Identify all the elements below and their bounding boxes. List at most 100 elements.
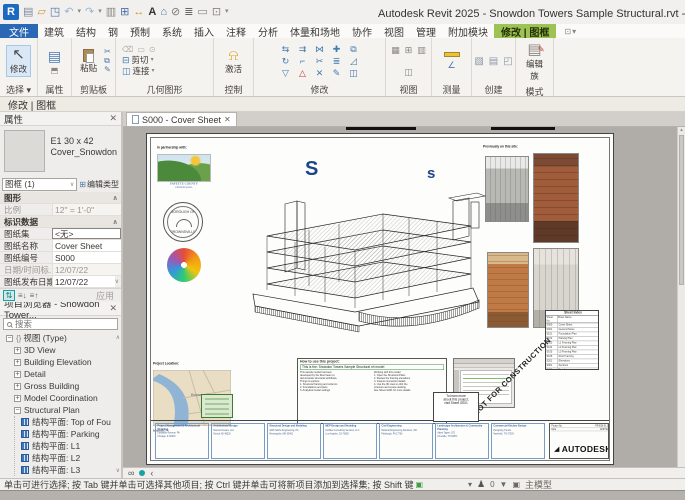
sheet-name-value[interactable]: Cover Sheet	[52, 240, 121, 251]
qat-menu-icon[interactable]: ▾	[225, 4, 229, 20]
tree-item[interactable]: +Model Coordination	[8, 392, 121, 404]
modify-tool-icon[interactable]: ◫	[348, 68, 360, 79]
paste-button[interactable]: 粘贴	[76, 47, 101, 76]
reveal-hidden-icon[interactable]	[139, 470, 145, 476]
sheet-number-value[interactable]: S000	[52, 252, 121, 263]
override-graphics-icon[interactable]: ⊞	[405, 45, 413, 56]
editing-requests-icon[interactable]: ♟	[477, 479, 485, 490]
expand-box-icon[interactable]: +	[14, 359, 21, 366]
ui-views-icon[interactable]: ▤	[23, 4, 33, 20]
ribbon-tab[interactable]: 协作	[346, 24, 378, 38]
modify-tool-icon[interactable]: ⊞	[120, 4, 129, 20]
property-filter-icon[interactable]: ⇅	[3, 290, 15, 301]
displace-icon[interactable]: ◫	[404, 67, 413, 78]
angle-dimension-icon[interactable]: ∠	[447, 60, 455, 71]
hide-element-icon[interactable]: ▦	[391, 45, 400, 56]
scroll-down-icon[interactable]: ∨	[115, 278, 119, 285]
modify-tool-icon[interactable]: ✚	[331, 44, 343, 55]
modify-tool-icon[interactable]: ⌐	[297, 56, 309, 67]
create-assembly-icon[interactable]: ◰	[503, 56, 512, 67]
visual-style-icon[interactable]: ∞	[128, 468, 134, 478]
tab-modify-titleblocks[interactable]: 修改 | 图框	[494, 24, 556, 38]
expand-box-icon[interactable]: +	[14, 347, 21, 354]
edit-family-button[interactable]: ▤✎编辑族	[522, 40, 547, 84]
sort-ascending-icon[interactable]: ≡↓	[18, 291, 27, 300]
scrollbar-thumb[interactable]	[679, 135, 684, 285]
ribbon-tab[interactable]: 钢	[102, 24, 124, 38]
expand-box-icon[interactable]: +	[14, 383, 21, 390]
ribbon-tab[interactable]: 结构	[70, 24, 102, 38]
switch-windows-icon[interactable]: ⊡	[212, 4, 221, 20]
section-graphics[interactable]: 图形∧	[0, 192, 121, 204]
collapse-box-icon[interactable]: −	[6, 335, 13, 342]
drawing-area[interactable]: In partnership with: FAYETTE COUNTYPENNS…	[123, 127, 685, 467]
vertical-scrollbar[interactable]: ▴	[677, 127, 685, 467]
tree-item[interactable]: +Building Elevation	[8, 356, 121, 368]
modify-tool-icon[interactable]: ✂	[314, 56, 326, 67]
modify-tool-icon[interactable]: ✎	[331, 68, 343, 79]
tree-root-views[interactable]: −{}视图 (Type)	[0, 332, 121, 344]
copy-icon[interactable]: ⧉	[104, 57, 111, 65]
sheet-set-value[interactable]: <无>	[52, 228, 121, 239]
revit-logo-icon[interactable]: R	[3, 4, 19, 20]
browser-search-box[interactable]	[3, 318, 118, 330]
view-tab-active[interactable]: S000 - Cover Sheet✕	[126, 112, 237, 126]
tree-item-structural-plan[interactable]: −Structural Plan	[0, 404, 121, 416]
properties-header[interactable]: 属性✕	[0, 112, 121, 126]
ribbon-tab[interactable]: 建筑	[38, 24, 70, 38]
activate-controls-button[interactable]: ⍾激活	[221, 46, 246, 77]
tab-file[interactable]: 文件	[0, 24, 38, 38]
join-geometry-button[interactable]: ◫连接▾	[122, 66, 155, 76]
collapse-icon[interactable]: ∧	[112, 194, 118, 202]
modify-tool-icon[interactable]: ⇉	[297, 44, 309, 55]
section-icon[interactable]: ⊘	[171, 4, 180, 20]
family-types-icon[interactable]: ⬒	[51, 66, 59, 75]
properties-icon[interactable]: ▤	[48, 48, 61, 65]
linework-icon[interactable]: ▥	[417, 45, 426, 56]
default-3d-icon[interactable]: ⌂	[160, 4, 167, 20]
ribbon-tab[interactable]: 体量和场地	[284, 24, 346, 38]
ribbon-tab[interactable]: 插入	[188, 24, 220, 38]
tree-item-plan[interactable]: 结构平面: L1	[15, 440, 121, 452]
modify-tool-icon[interactable]: ⋈	[314, 44, 326, 55]
ribbon-tab[interactable]: 视图	[378, 24, 410, 38]
cut-icon[interactable]: ✂	[104, 48, 111, 56]
modify-tool-icon[interactable]: ▽	[280, 68, 292, 79]
panel-label-select[interactable]: 选择 ▾	[0, 84, 37, 96]
close-icon[interactable]: ✕	[109, 113, 117, 124]
print-icon[interactable]: ▥	[106, 4, 116, 20]
modify-tool-icon[interactable]: ⇆	[280, 44, 292, 55]
modify-button[interactable]: ↖修改	[6, 45, 31, 77]
chevron-down-icon[interactable]: ▾	[468, 480, 472, 489]
match-type-icon[interactable]: ✎	[104, 66, 111, 74]
ribbon-tab[interactable]: 管理	[410, 24, 442, 38]
tree-item-plan[interactable]: 结构平面: L3	[15, 464, 121, 476]
scroll-up-icon[interactable]: ∧	[116, 334, 120, 341]
tree-item-plan[interactable]: 结构平面: L2	[15, 452, 121, 464]
search-input[interactable]	[15, 319, 95, 329]
save-icon[interactable]: ◳	[50, 4, 60, 20]
filter-icon[interactable]: ▼	[500, 480, 508, 489]
modify-tool-icon[interactable]: ✕	[314, 68, 326, 79]
tree-item-plan[interactable]: 结构平面: Parking	[15, 428, 121, 440]
undo-dropdown-icon[interactable]: ▾	[78, 4, 82, 20]
tree-item-plan[interactable]: 结构平面: Top of Fou	[15, 416, 121, 428]
select-filter-icon[interactable]: ▣	[512, 480, 520, 489]
redo-icon[interactable]: ↷	[85, 4, 94, 20]
modify-tool-icon[interactable]: ≣	[331, 56, 343, 67]
collapse-box-icon[interactable]: −	[14, 407, 21, 414]
issue-date-value[interactable]: 12/07/22	[52, 276, 115, 287]
open-icon[interactable]: ▱	[37, 4, 45, 20]
ribbon-tab[interactable]: 预制	[124, 24, 156, 38]
apply-button[interactable]: 应用	[96, 289, 118, 302]
ribbon-tab[interactable]: 注释	[220, 24, 252, 38]
close-icon[interactable]: ✕	[109, 303, 117, 314]
modify-tool-icon[interactable]: △	[297, 68, 309, 79]
collapse-icon[interactable]: ∧	[112, 218, 118, 226]
ribbon-tab[interactable]: 系统	[156, 24, 188, 38]
expand-box-icon[interactable]: +	[14, 371, 21, 378]
tree-item[interactable]: +3D View	[8, 344, 121, 356]
expand-box-icon[interactable]: +	[14, 395, 21, 402]
measure-icon[interactable]	[444, 52, 460, 57]
sort-descending-icon[interactable]: ≡↑	[30, 291, 39, 300]
